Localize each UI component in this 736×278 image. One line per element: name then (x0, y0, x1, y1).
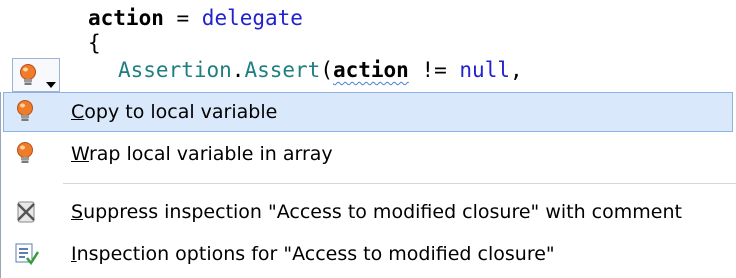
code-paren: ( (320, 58, 333, 82)
code-dot: . (231, 58, 245, 82)
code-keyword: delegate (201, 6, 303, 30)
menu-item-inspection-options[interactable]: Inspection options for "Access to modifi… (1, 234, 736, 274)
inspection-options-icon (15, 242, 40, 266)
code-comma: , (509, 58, 523, 82)
menu-separator (63, 183, 736, 184)
code-line-2: { (88, 31, 101, 55)
quickfix-bulb-button[interactable] (12, 58, 60, 92)
menu-item-suppress-inspection[interactable]: Suppress inspection "Access to modified … (1, 192, 736, 232)
code-line-1: action = delegate (88, 6, 303, 30)
menu-item-label: Suppress inspection "Access to modified … (71, 201, 682, 223)
code-identifier: action (88, 6, 164, 30)
code-operator: = (163, 6, 202, 30)
menu-item-label: Inspection options for "Access to modifi… (71, 243, 555, 265)
menu-item-copy-to-local-variable[interactable]: Copy to local variable (1, 92, 736, 132)
suppress-icon (15, 200, 39, 224)
code-editor: action = delegate { Assertion.Assert(act… (0, 0, 736, 100)
quickfix-menu: Copy to local variable Wrap local variab… (0, 92, 736, 278)
triangle-down-icon (46, 73, 56, 92)
code-method-name: Assert (244, 58, 321, 82)
code-brace: { (88, 31, 101, 55)
code-class-name: Assertion (118, 58, 232, 82)
menu-item-wrap-in-array[interactable]: Wrap local variable in array (1, 134, 736, 174)
menu-item-label: Copy to local variable (71, 101, 278, 123)
code-line-3: Assertion.Assert(action != null, (118, 58, 523, 82)
menu-item-label: Wrap local variable in array (71, 143, 333, 165)
code-operator: != (408, 58, 460, 82)
lightbulb-icon (19, 64, 37, 92)
code-keyword-null: null (459, 58, 510, 82)
code-warning-identifier[interactable]: action (333, 58, 409, 82)
lightbulb-icon (15, 100, 39, 124)
lightbulb-icon (15, 142, 39, 166)
